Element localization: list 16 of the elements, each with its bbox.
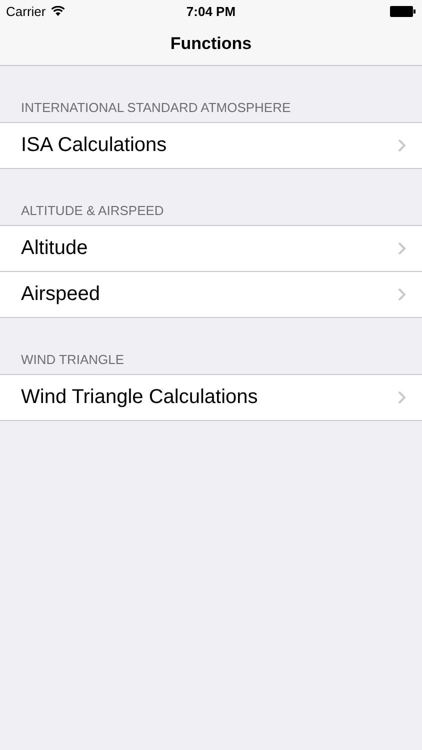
chevron-icon [398, 391, 406, 404]
chevron-icon [398, 242, 406, 255]
list-row[interactable]: Wind Triangle Calculations [0, 375, 422, 420]
list-row[interactable]: ISA Calculations [0, 123, 422, 168]
section-header: ALTITUDE & AIRSPEED [20, 202, 165, 220]
battery-icon [390, 6, 416, 16]
chevron-icon [398, 288, 406, 301]
status-time: 7:04 PM [186, 4, 236, 18]
nav-title: Functions [170, 34, 252, 54]
list-row[interactable]: Airspeed [0, 271, 422, 317]
list-row[interactable]: Altitude [0, 226, 422, 271]
carrier-name: Carrier [6, 4, 46, 18]
chevron-icon [398, 139, 406, 152]
section-header: WIND TRIANGLE [20, 351, 126, 369]
wifi-icon [50, 6, 65, 16]
section-header: INTERNATIONAL STANDARD ATMOSPHERE [20, 99, 292, 117]
